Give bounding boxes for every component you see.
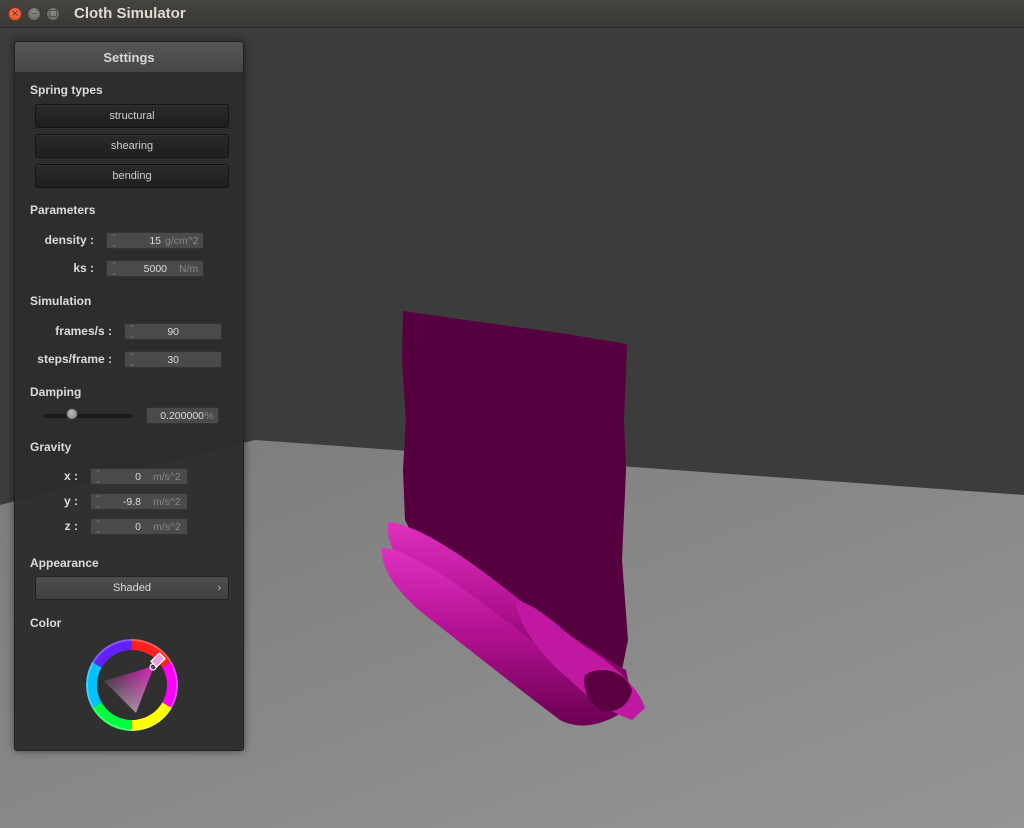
- density-field[interactable]: ⌃ ⌄ 15 g/cm^2: [106, 232, 204, 249]
- ks-field[interactable]: ⌃ ⌄ 5000 N/m: [106, 260, 204, 277]
- gravity-x-label: x :: [63, 469, 78, 483]
- gravity-label: Gravity: [30, 440, 72, 454]
- spinner-icon[interactable]: ⌃ ⌄: [129, 353, 136, 368]
- gravity-x-field[interactable]: ⌃ ⌄ 0 m/s^2: [90, 468, 188, 485]
- damping-label: Damping: [30, 385, 82, 399]
- density-unit: g/cm^2: [165, 235, 199, 247]
- maximize-icon[interactable]: □: [46, 7, 60, 21]
- appearance-label: Appearance: [30, 556, 99, 570]
- ks-unit: N/m: [179, 263, 199, 275]
- gravity-y-unit: m/s^2: [153, 496, 181, 508]
- minimize-icon[interactable]: –: [27, 7, 41, 21]
- density-label: density :: [44, 233, 94, 247]
- appearance-selected: Shaded: [113, 582, 151, 594]
- chevron-right-icon: ›: [217, 582, 221, 594]
- damping-field[interactable]: 0.200000 %: [146, 407, 219, 424]
- structural-toggle-button[interactable]: structural: [35, 104, 229, 128]
- panel-title: Settings: [15, 42, 243, 73]
- steps-field[interactable]: ⌃ ⌄ 30: [124, 351, 222, 368]
- window-title: Cloth Simulator: [74, 5, 186, 22]
- steps-label: steps/frame :: [37, 352, 112, 366]
- bending-toggle-button[interactable]: bending: [35, 164, 229, 188]
- gravity-y-field[interactable]: ⌃ ⌄ -9.8 m/s^2: [90, 493, 188, 510]
- gravity-y-value: -9.8: [122, 496, 141, 508]
- gravity-z-field[interactable]: ⌃ ⌄ 0 m/s^2: [90, 518, 188, 535]
- simulation-label: Simulation: [30, 294, 92, 308]
- spinner-icon[interactable]: ⌃ ⌄: [95, 520, 102, 535]
- color-wheel[interactable]: [86, 639, 178, 731]
- spinner-icon[interactable]: ⌃ ⌄: [129, 325, 136, 340]
- settings-panel: Settings Spring types structural shearin…: [14, 41, 244, 751]
- gravity-y-label: y :: [63, 494, 78, 508]
- close-icon[interactable]: ×: [8, 7, 22, 21]
- fps-field[interactable]: ⌃ ⌄ 90: [124, 323, 222, 340]
- title-bar: × – □ Cloth Simulator: [0, 0, 1024, 28]
- gravity-x-unit: m/s^2: [153, 471, 181, 483]
- damping-unit: %: [204, 410, 214, 422]
- gravity-z-unit: m/s^2: [153, 521, 181, 533]
- ks-value: 5000: [143, 263, 167, 275]
- spinner-icon[interactable]: ⌃ ⌄: [95, 495, 102, 510]
- fps-value: 90: [167, 326, 179, 338]
- spinner-icon[interactable]: ⌃ ⌄: [111, 234, 118, 249]
- damping-slider[interactable]: [44, 414, 132, 418]
- shearing-toggle-button[interactable]: shearing: [35, 134, 229, 158]
- density-value: 15: [149, 235, 161, 247]
- gravity-z-value: 0: [135, 521, 141, 533]
- damping-slider-handle[interactable]: [65, 408, 78, 420]
- appearance-dropdown[interactable]: Shaded ›: [35, 576, 229, 600]
- color-label: Color: [30, 616, 62, 630]
- saturation-triangle-shade: [104, 666, 154, 713]
- damping-value: 0.200000: [160, 410, 204, 422]
- spinner-icon[interactable]: ⌃ ⌄: [95, 470, 102, 485]
- ks-label: ks :: [73, 261, 94, 275]
- parameters-label: Parameters: [30, 203, 96, 217]
- steps-value: 30: [167, 354, 179, 366]
- spring-types-label: Spring types: [30, 83, 103, 97]
- fps-label: frames/s :: [55, 324, 112, 338]
- gravity-z-label: z :: [64, 519, 78, 533]
- gravity-x-value: 0: [135, 471, 141, 483]
- spinner-icon[interactable]: ⌃ ⌄: [111, 262, 118, 277]
